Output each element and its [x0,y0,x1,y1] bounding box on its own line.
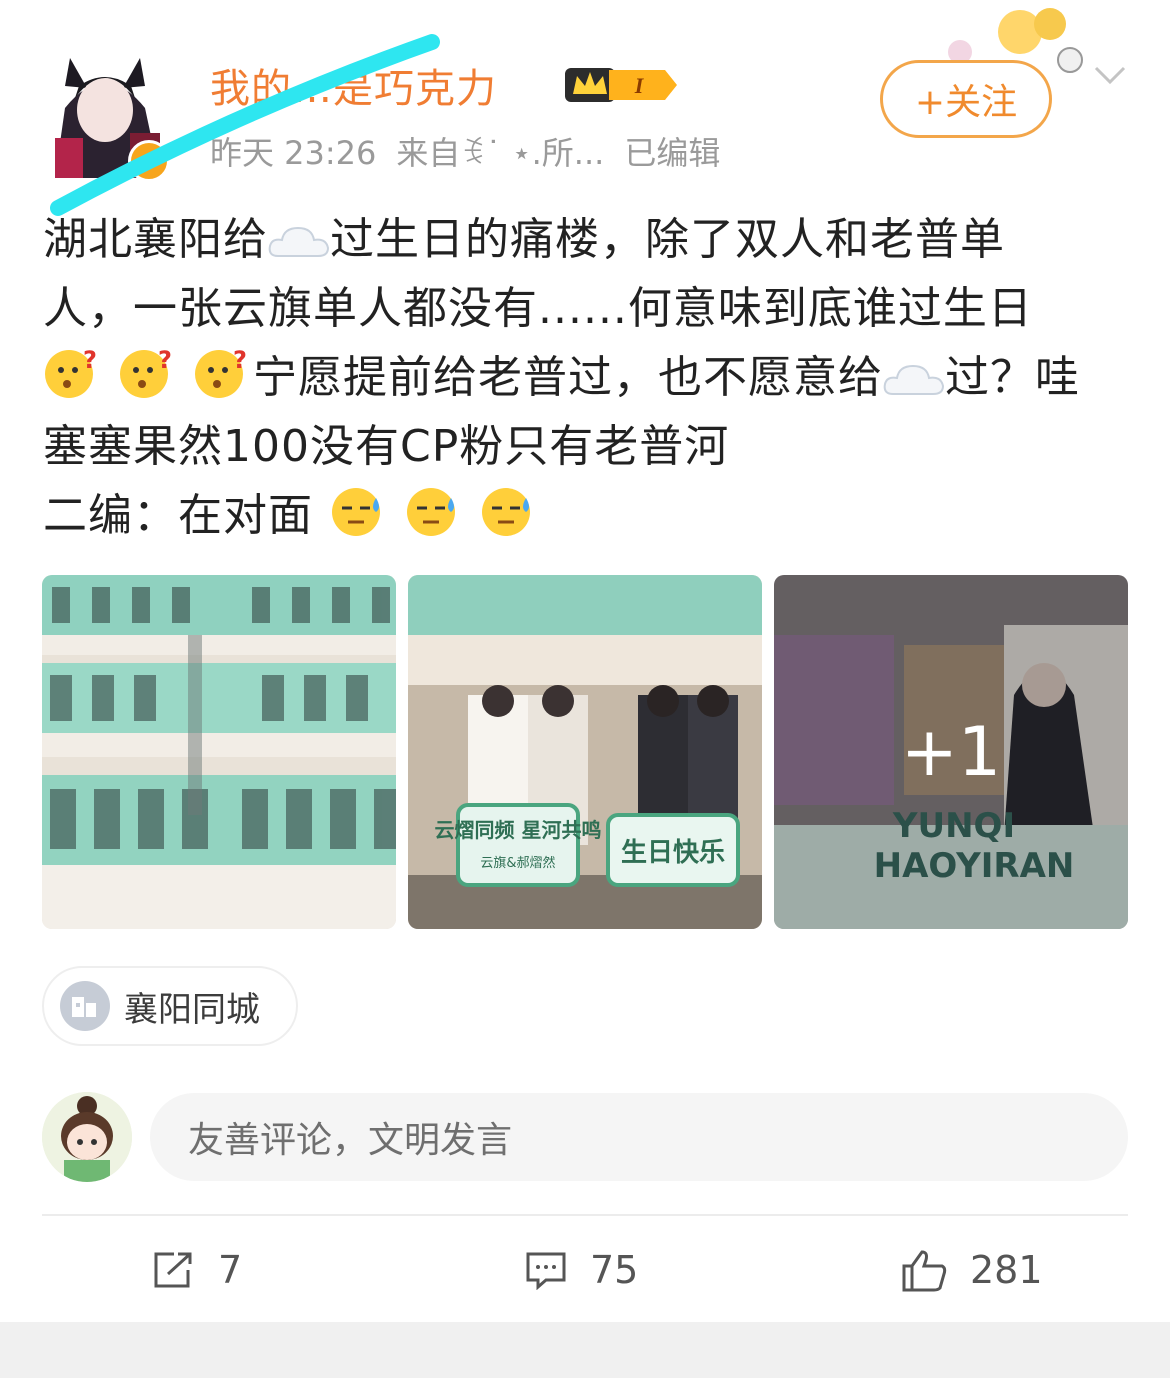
sign-text: 云熠同频 星河共鸣 [435,818,602,842]
post-image-3[interactable]: YUNQI HAOYIRAN +1 [774,575,1128,929]
svg-text:?: ? [83,346,98,374]
topic-chip[interactable]: 襄阳同城 [42,966,298,1046]
current-user-avatar[interactable] [42,1092,132,1182]
confused-emoji-icon: ? [195,346,248,398]
post-text-line: 过生日的痛楼，除了双人和老普单 [330,214,1005,265]
edited-label[interactable]: 已编辑 [624,134,720,172]
follow-button[interactable]: +关注 [880,60,1052,138]
repost-button[interactable]: 7 [152,1242,242,1298]
svg-text:?: ? [233,346,248,374]
cloud-emoji-icon [883,364,945,395]
vip-level-badge: I [565,68,677,102]
post-source[interactable]: 来自ꉂ˙ ⋆.所... [396,134,604,172]
comment-icon [526,1252,566,1290]
comment-button[interactable]: 75 [524,1242,638,1298]
post-text-line: 湖北襄阳给 [43,214,268,265]
post-meta: 昨天 23:26 来自ꉂ˙ ⋆.所... 已编辑 [210,128,740,174]
vip-level-text: I [634,73,645,98]
sign-subtext: 云旗&郝熠然 [480,855,555,871]
post-text-line: 过？哇 [945,352,1080,403]
post-text-line: 塞塞果然100没有CP粉只有老普河 [43,421,730,472]
city-building-icon [60,981,110,1031]
divider [42,1214,1128,1216]
comment-count: 75 [590,1248,639,1292]
redaction-scribble [50,34,440,216]
confused-emoji-icon: ? [120,346,173,398]
post-text-line: 人，一张云旗单人都没有......何意味到底谁过生日 [43,283,1033,334]
thumbs-up-icon [902,1250,947,1292]
svg-text:?: ? [158,346,173,374]
post-text-line: 二编：在对面 [43,490,313,541]
cloud-emoji-icon [268,226,330,257]
repost-count: 7 [218,1248,243,1292]
sweat-emoji-icon [332,488,380,536]
topic-label: 襄阳同城 [124,989,260,1030]
sweat-emoji-icon [407,488,455,536]
bottom-separator [0,1322,1170,1378]
comment-input[interactable]: 友善评论，文明发言 [150,1093,1128,1181]
like-count: 281 [970,1248,1043,1292]
post-text-line: 宁愿提前给老普过，也不愿意给 [253,352,883,403]
confused-emoji-icon: ? [45,346,98,398]
post-time: 昨天 23:26 [210,134,377,172]
sign-text: 生日快乐 [621,838,725,868]
more-images-count[interactable]: +1 [774,575,1128,929]
post-image-2[interactable]: 云熠同频 星河共鸣 云旗&郝熠然 生日快乐 [408,575,762,929]
post-image-1[interactable] [42,575,396,929]
chevron-down-icon[interactable] [1090,60,1130,90]
sweat-emoji-icon [482,488,530,536]
post-body: 湖北襄阳给 过生日的痛楼，除了双人和老普单 人，一张云旗单人都没有......何意… [43,205,1133,550]
repost-icon [154,1252,192,1288]
like-button[interactable]: 281 [900,1242,1043,1298]
